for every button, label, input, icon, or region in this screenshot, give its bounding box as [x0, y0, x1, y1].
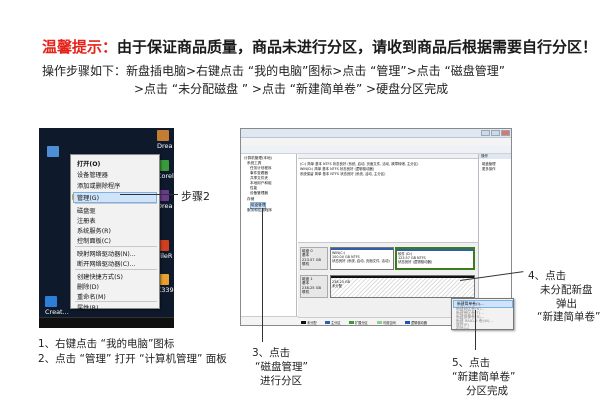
action-item[interactable]: 更多操作: [482, 166, 496, 171]
desktop-icon-label: Creat...: [45, 308, 69, 316]
volume-fs: NTFS: [330, 172, 340, 176]
context-menu-item[interactable]: 控制面板(C): [77, 236, 111, 245]
step3-text-2: “磁盘管理”: [255, 361, 308, 373]
context-menu-item[interactable]: 注册表: [77, 216, 96, 225]
tree-node[interactable]: 设备管理器: [250, 191, 268, 196]
menu-divider: [75, 246, 157, 247]
context-menu-item[interactable]: 映射网络驱动器(N)...: [77, 249, 136, 258]
menu-divider: [75, 203, 157, 204]
actions-title: 操作: [479, 154, 511, 159]
context-menu: 打开(O) 设备管理器 添加或删除程序 管理(G) 磁盘驱 注册表 系统服务(R…: [70, 154, 160, 312]
partition-c[interactable]: WIN(C:) 100.00 GB NTFS 状态良好 (系统, 启动, 页面文…: [330, 247, 394, 270]
context-menu-item[interactable]: 创建快捷方式(S): [77, 272, 123, 281]
actions-pane: 操作 磁盘管理 更多操作: [478, 154, 511, 317]
steps-line-2: >点击 “未分配磁盘 ” >点击 “新建简单卷” >硬盘分区完成: [134, 82, 449, 96]
legend-swatch: [377, 321, 382, 324]
app-icon[interactable]: [157, 130, 169, 141]
partition-status: 状态良好 (系统, 启动, 页面文件, 活动): [332, 259, 390, 264]
popup-menu-item[interactable]: 帮助(H): [456, 326, 469, 332]
notice-banner: 温馨提示：由于保证商品质量，商品未进行分区，请收到商品后根据需要自行分区！: [42, 36, 597, 57]
disk-1-label[interactable]: 磁盘 1 基本 238.25 GB 联机: [300, 275, 328, 298]
steps-line-1: 操作步骤如下：新盘插电脑>右键点击 “我的电脑”图标>点击 “管理”>点击 “磁…: [42, 64, 505, 78]
context-menu-item[interactable]: 删除(D): [77, 282, 99, 291]
partition-bar: [331, 276, 474, 278]
menu-divider: [75, 301, 157, 302]
context-menu-item[interactable]: 设备管理器: [77, 170, 108, 179]
context-menu-item[interactable]: 打开(O): [77, 159, 100, 168]
minimize-button[interactable]: [481, 130, 490, 136]
step5-pointer-line: [475, 310, 476, 350]
toolbar: [241, 145, 511, 154]
volume-name: 系统保留: [300, 172, 314, 176]
navigation-tree: 计算机管理(本地) 系统工具 任务计划程序 事件查看器 共享文件夹 本地用户和组…: [241, 154, 297, 317]
disk-0-label[interactable]: 磁盘 0 基本 223.57 GB 联机: [300, 247, 328, 270]
context-menu-item[interactable]: 重命名(M): [77, 292, 106, 301]
caption-step2: 2、点击 “管理” 打开 “计算机管理” 面板: [38, 353, 227, 365]
step5-text-1: 5、点击: [452, 357, 491, 369]
partition-status: 状态良好 (逻辑驱动器): [398, 260, 433, 265]
close-button[interactable]: [501, 130, 510, 136]
step3-pointer-line: [262, 208, 263, 342]
legend-label: 扩展分区: [355, 321, 368, 325]
desktop-icon-label: Drea: [157, 142, 173, 150]
disk-status: 联机: [302, 290, 310, 295]
volume-list: (C:) 简单 基本 NTFS 状态良好 (系统, 启动, 页面文件, 活动, …: [298, 154, 478, 242]
computer-management-window: 计算机管理(本地) 系统工具 任务计划程序 事件查看器 共享文件夹 本地用户和组…: [240, 128, 512, 326]
legend-swatch: [405, 321, 410, 324]
partition-status: 未分配: [332, 284, 343, 289]
legend-label: 主分区: [331, 321, 341, 325]
volume-status: 状态良好 (系统, 活动, 主分区): [340, 172, 386, 176]
step2-label: 步骤2: [181, 190, 210, 203]
volume-row[interactable]: 系统保留 简单 基本 NTFS 状态良好 (系统, 活动, 主分区): [300, 171, 385, 176]
legend-swatch: [349, 321, 354, 324]
volume-type: 基本: [322, 172, 330, 176]
step2-pointer-line: [120, 194, 178, 195]
legend-label: 未分配: [307, 321, 317, 325]
legend-swatch: [325, 321, 330, 324]
volume-layout: 简单: [314, 172, 322, 176]
volume-list-header: [298, 154, 478, 159]
legend-label: 逻辑驱动器: [411, 321, 427, 325]
menu-divider: [75, 269, 157, 270]
partition-d[interactable]: 软件 (D:) 123.57 GB NTFS 状态良好 (逻辑驱动器): [395, 247, 475, 270]
maximize-button[interactable]: [491, 130, 500, 136]
partition-bar: [331, 248, 393, 250]
step5-text-2: “新建简单卷”: [452, 371, 516, 383]
step3-text-3: 进行分区: [260, 375, 302, 387]
step4-text-4: “新建简单卷”: [537, 311, 601, 323]
legend-label: 可用空间: [383, 321, 396, 325]
computer-icon[interactable]: [47, 146, 59, 157]
unallocated-context-menu: 新建简单卷(I)... 新建跨区卷(N)... 新建带区卷(T)... 新建镜像…: [451, 298, 514, 332]
menu-bar: [241, 138, 511, 145]
step5-text-3: 分区完成: [466, 385, 508, 397]
notice-text: 由于保证商品质量，商品未进行分区，请收到商品后根据需要自行分区！: [117, 38, 598, 56]
window-titlebar: [241, 129, 511, 138]
app-icon[interactable]: [45, 296, 57, 307]
partition-unallocated[interactable]: 238.25 GB 未分配: [330, 275, 475, 298]
disk-status: 联机: [302, 262, 310, 267]
step3-text-1: 3、点击: [252, 347, 291, 359]
tree-node[interactable]: 服务和应用程序: [247, 208, 272, 213]
context-menu-item[interactable]: 添加或删除程序: [77, 181, 120, 190]
caption-step1: 1、右键点击 “我的电脑”图标: [38, 338, 175, 350]
context-menu-item[interactable]: 属性(R): [77, 303, 99, 312]
status-bar: [241, 316, 298, 325]
context-menu-item[interactable]: 磁盘驱: [77, 206, 96, 215]
taskbar: [39, 317, 174, 328]
context-menu-item[interactable]: 系统服务(R): [77, 226, 111, 235]
context-menu-item[interactable]: 断开网络驱动器(C)...: [77, 259, 135, 268]
legend-swatch: [301, 321, 306, 324]
step4-text-2: 未分配新盘: [540, 284, 593, 296]
notice-label: 温馨提示：: [42, 38, 118, 56]
step4-text-1: 4、点击: [528, 270, 567, 282]
partition-bar: [397, 249, 473, 251]
